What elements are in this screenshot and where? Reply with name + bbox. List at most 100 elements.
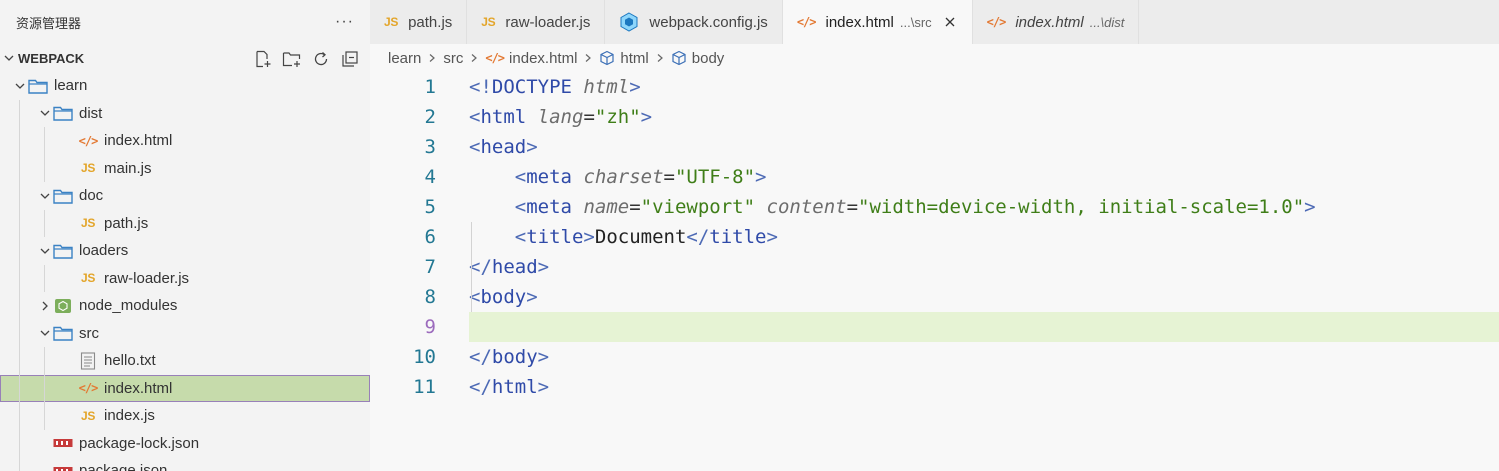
tab-raw-loader-js[interactable]: JS raw-loader.js [467,0,606,44]
tab-description: ...\dist [1089,14,1125,30]
html-file-icon: </> [78,381,99,396]
code-text: <head> [469,136,538,158]
tree-item-node-modules[interactable]: node_modules [0,292,370,320]
code-line-4[interactable]: 4 <meta charset="UTF-8"> [370,162,1499,192]
code-line-10[interactable]: 10 </body> [370,342,1499,372]
tab-path-js[interactable]: JS path.js [370,0,468,44]
tree-indent-guide [44,209,45,237]
line-number: 9 [424,316,436,338]
breadcrumb-item-src[interactable]: src [443,50,463,67]
explorer-title: 资源管理器 [16,15,82,31]
code-text: </head> [469,256,550,278]
tree-item-raw-loader-js[interactable]: JS raw-loader.js [0,265,370,293]
tree-item-package-json[interactable]: package.json [0,457,370,471]
tree-item-dist[interactable]: dist [0,100,370,128]
tree-item-loaders[interactable]: loaders [0,237,370,265]
code-line-1[interactable]: 1 <!DOCTYPE html> [370,72,1499,102]
breadcrumb-label: learn [388,49,422,67]
html-file-icon: </> [78,133,99,148]
breadcrumb-label: index.html [509,49,578,67]
code-text: <meta charset="UTF-8"> [514,166,767,188]
code-line-6[interactable]: 6 <title>Document</title> [370,222,1499,252]
chevron-down-icon [37,325,53,341]
html-file-icon: </> [986,15,1007,29]
chevron-down-icon [37,243,53,259]
folder-icon [28,76,48,96]
tree-item-doc[interactable]: doc [0,182,370,210]
explorer-sidebar: 资源管理器 ··· WEBPACK learn dist </> index.html… [0,0,370,471]
tab-bar-empty-space[interactable] [1139,0,1499,44]
code-editor[interactable]: 1 <!DOCTYPE html> 2 <html lang="zh"> 3 <head>… [370,72,1499,402]
explorer-header: 资源管理器 ··· [0,0,370,44]
code-text: <body> [469,286,538,308]
code-line-9[interactable]: 9 [370,312,1499,342]
breadcrumb-item-body[interactable]: body [671,49,725,67]
tree-item-package-lock-json[interactable]: package-lock.json [0,430,370,458]
tree-item-path-js[interactable]: JS path.js [0,210,370,238]
line-number: 8 [424,286,436,308]
line-number: 1 [424,76,436,98]
new-file-icon[interactable] [252,48,273,69]
workspace-section-header[interactable]: WEBPACK [0,44,370,72]
tree-item-hello-txt[interactable]: hello.txt [0,347,370,375]
breadcrumb-item-index-html[interactable]: </> index.html [485,50,577,67]
tree-item-label: index.js [104,407,155,425]
tree-indent-guide [44,264,45,292]
line-number: 4 [424,166,436,188]
code-line-8[interactable]: 8 <body> [370,282,1499,312]
collapse-all-icon[interactable] [339,48,360,69]
javascript-file-icon: JS [481,15,496,29]
tree-item-learn[interactable]: learn [0,72,370,100]
breadcrumb-label: body [691,49,725,67]
code-line-2[interactable]: 2 <html lang="zh"> [370,102,1499,132]
code-text: </body> [469,346,550,368]
tree-item-label: path.js [104,214,149,232]
explorer-actions [252,48,360,69]
breadcrumb-item-html[interactable]: html [599,49,649,67]
javascript-file-icon: JS [80,216,96,231]
tree-item-index-html[interactable]: </> index.html [0,127,370,155]
tree-item-index-html[interactable]: </> index.html [0,374,370,402]
tree-item-label: doc [79,187,104,205]
breadcrumb-label: src [443,49,464,67]
code-line-11[interactable]: 11 </html> [370,372,1499,402]
breadcrumb-item-learn[interactable]: learn [388,50,421,67]
close-icon[interactable] [942,14,958,30]
new-folder-icon[interactable] [281,48,302,69]
npm-json-icon [53,433,73,453]
tab-index-html-src[interactable]: </> index.html ...\src [782,0,973,44]
breadcrumb-label: html [620,49,649,67]
code-text: </html> [469,376,550,398]
tree-item-main-js[interactable]: JS main.js [0,155,370,183]
tab-webpack-config-js[interactable]: webpack.config.js [605,0,783,44]
tree-item-label: package.json [79,462,168,471]
line-number: 6 [424,226,436,248]
code-line-7[interactable]: 7 </head> [370,252,1499,282]
tab-index-html-dist[interactable]: </> index.html ...\dist [972,0,1140,44]
line-number: 3 [424,136,436,158]
file-tree: learn dist </> index.html JS main.js doc JS path… [0,72,370,471]
tab-label: webpack.config.js [649,13,768,31]
code-line-3[interactable]: 3 <head> [370,132,1499,162]
tree-item-index-js[interactable]: JS index.js [0,402,370,430]
chevron-right-icon [583,51,593,66]
tree-indent-guide [44,347,45,430]
code-line-5[interactable]: 5 <meta name="viewport" content="width=d… [370,192,1499,222]
more-actions-icon[interactable]: ··· [335,13,354,31]
chevron-down-icon [2,51,16,65]
refresh-icon[interactable] [310,48,331,69]
chevron-down-icon [12,78,28,94]
tab-label: path.js [408,13,453,31]
tab-label: index.html [1015,13,1084,31]
symbol-element-icon [599,50,615,66]
tree-item-src[interactable]: src [0,320,370,348]
tree-item-label: learn [54,77,88,95]
code-text: <meta name="viewport" content="width=dev… [514,196,1316,218]
